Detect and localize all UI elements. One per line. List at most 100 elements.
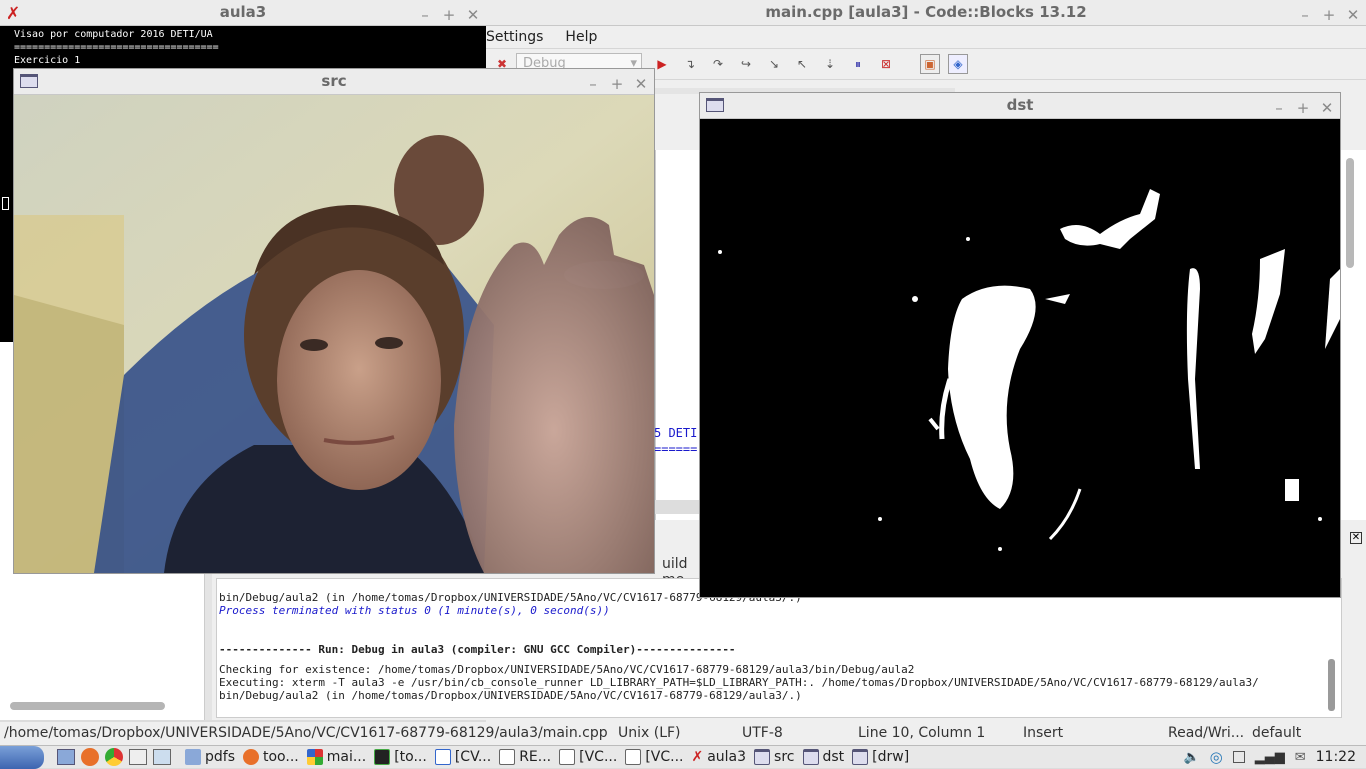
window-icon — [754, 749, 771, 765]
task-item[interactable]: [drw] — [848, 745, 913, 769]
logs-close-icon[interactable]: ✕ — [1350, 532, 1362, 544]
screen-icon[interactable] — [153, 749, 171, 765]
task-item[interactable]: too... — [239, 745, 303, 769]
editor-area[interactable]: 5 DETI ====== — [654, 150, 699, 520]
info-icon[interactable]: ◈ — [948, 54, 968, 74]
status-mode: Insert — [1023, 725, 1064, 741]
window-icon — [706, 98, 724, 112]
maximize-icon[interactable]: + — [610, 72, 624, 96]
terminal-title: aula3 — [219, 3, 267, 21]
task-item[interactable]: ✗ aula3 — [687, 745, 750, 769]
terminal-line: Exercicio 1 — [14, 55, 81, 66]
terminal-launcher-icon[interactable] — [129, 749, 147, 765]
code-icon — [434, 749, 451, 765]
task-item[interactable]: [VC... — [621, 745, 687, 769]
task-item[interactable]: [VC... — [555, 745, 621, 769]
battery-icon[interactable] — [1232, 751, 1245, 763]
task-label: [CV... — [454, 749, 492, 765]
run-to-cursor-icon[interactable]: ↴ — [680, 54, 700, 74]
status-eol: Unix (LF) — [618, 725, 681, 741]
chrome-icon[interactable] — [105, 748, 123, 766]
log-line: -------------- Run: Debug in aula3 (comp… — [219, 643, 736, 656]
minimize-icon[interactable]: – — [1272, 96, 1286, 120]
folder-icon — [185, 749, 201, 765]
volume-icon[interactable]: 🔈 — [1183, 750, 1199, 765]
signal-icon[interactable]: ▂▄▆ — [1255, 750, 1285, 765]
stop-icon[interactable]: ⊠ — [876, 54, 896, 74]
close-icon[interactable]: ✕ — [1320, 96, 1334, 120]
src-titlebar: src – + ✕ — [14, 69, 654, 95]
editor-right-strip — [1340, 150, 1366, 520]
task-label: aula3 — [707, 749, 747, 765]
document-icon — [559, 749, 576, 765]
editor-hscroll[interactable] — [655, 500, 699, 514]
task-list: pdfs too... mai... [to... [CV... RE... [… — [181, 745, 913, 769]
maximize-icon[interactable]: + — [442, 3, 456, 27]
management-hscroll[interactable] — [10, 702, 165, 710]
debug-start-icon[interactable]: ▶ — [652, 54, 672, 74]
close-icon[interactable]: ✕ — [466, 3, 480, 27]
system-tray: 🔈 ◎ ▂▄▆ ✉ 11:22 — [1183, 748, 1366, 766]
task-item[interactable]: mai... — [303, 745, 370, 769]
close-icon[interactable]: ✕ — [634, 72, 648, 96]
pause-icon[interactable]: ⏸ — [848, 54, 868, 74]
start-menu-icon[interactable] — [0, 745, 44, 769]
status-profile: default — [1252, 725, 1302, 741]
window-icon — [20, 74, 38, 88]
terminal-icon — [374, 749, 391, 765]
minimize-icon[interactable]: – — [418, 3, 432, 27]
window-icon — [852, 749, 869, 765]
document-icon — [625, 749, 642, 765]
log-line: Checking for existence: /home/tomas/Drop… — [219, 663, 915, 676]
chat-icon[interactable]: ✉ — [1295, 750, 1306, 765]
task-item[interactable]: src — [750, 745, 798, 769]
editor-fragment-1: 5 DETI — [654, 426, 698, 440]
dst-title: dst — [1006, 96, 1034, 114]
network-icon[interactable]: ◎ — [1210, 748, 1223, 766]
task-item[interactable]: [CV... — [431, 745, 495, 769]
next-instruction-icon[interactable]: ↪ — [736, 54, 756, 74]
log-line: Process terminated with status 0 (1 minu… — [219, 604, 610, 617]
menu-help[interactable]: Help — [565, 26, 597, 48]
step-out-icon[interactable]: ↖ — [792, 54, 812, 74]
step-instruction-icon[interactable]: ⇣ — [820, 54, 840, 74]
task-label: [VC... — [579, 749, 618, 765]
minimize-icon[interactable]: – — [586, 72, 600, 96]
debug-windows-icon[interactable]: ▣ — [920, 54, 940, 74]
status-encoding: UTF-8 — [742, 725, 783, 741]
close-icon[interactable]: ✕ — [1346, 3, 1360, 27]
status-access: Read/Wri... — [1168, 725, 1245, 741]
terminal-line: ================================== — [14, 42, 219, 53]
step-into-icon[interactable]: ↘ — [764, 54, 784, 74]
task-item[interactable]: pdfs — [181, 745, 239, 769]
log-vscroll[interactable] — [1328, 659, 1335, 711]
src-title: src — [321, 72, 347, 90]
task-label: mai... — [326, 749, 367, 765]
taskbar: pdfs too... mai... [to... [CV... RE... [… — [0, 745, 1366, 769]
xterm-icon: ✗ — [691, 749, 704, 765]
task-item[interactable]: RE... — [495, 745, 555, 769]
task-label: pdfs — [205, 749, 235, 765]
task-item[interactable]: [to... — [370, 745, 431, 769]
terminal-line: Visao por computador 2016 DETI/UA — [14, 29, 213, 40]
desktop-icon[interactable] — [57, 749, 75, 765]
editor-vscroll[interactable] — [1346, 158, 1354, 268]
firefox-icon[interactable] — [81, 748, 99, 766]
task-item[interactable]: dst — [799, 745, 849, 769]
codeblocks-titlebar: main.cpp [aula3] - Code::Blocks 13.12 – +… — [486, 0, 1366, 26]
terminal-output[interactable]: Visao por computador 2016 DETI/UA ======… — [0, 26, 486, 69]
minimize-icon[interactable]: – — [1298, 3, 1312, 27]
task-label: dst — [822, 749, 845, 765]
next-line-icon[interactable]: ↷ — [708, 54, 728, 74]
maximize-icon[interactable]: + — [1296, 96, 1310, 120]
dst-titlebar: dst – + ✕ — [700, 93, 1340, 119]
menu-settings[interactable]: Settings — [486, 26, 543, 48]
status-position: Line 10, Column 1 — [858, 725, 986, 741]
task-label: [VC... — [645, 749, 684, 765]
xterm-icon: ✗ — [6, 4, 21, 24]
maximize-icon[interactable]: + — [1322, 3, 1336, 27]
editor-fragment-2: ====== — [654, 442, 698, 456]
clock[interactable]: 11:22 — [1316, 749, 1356, 765]
window-icon — [802, 749, 819, 765]
log-line: bin/Debug/aula2 (in /home/tomas/Dropbox/… — [219, 689, 802, 702]
